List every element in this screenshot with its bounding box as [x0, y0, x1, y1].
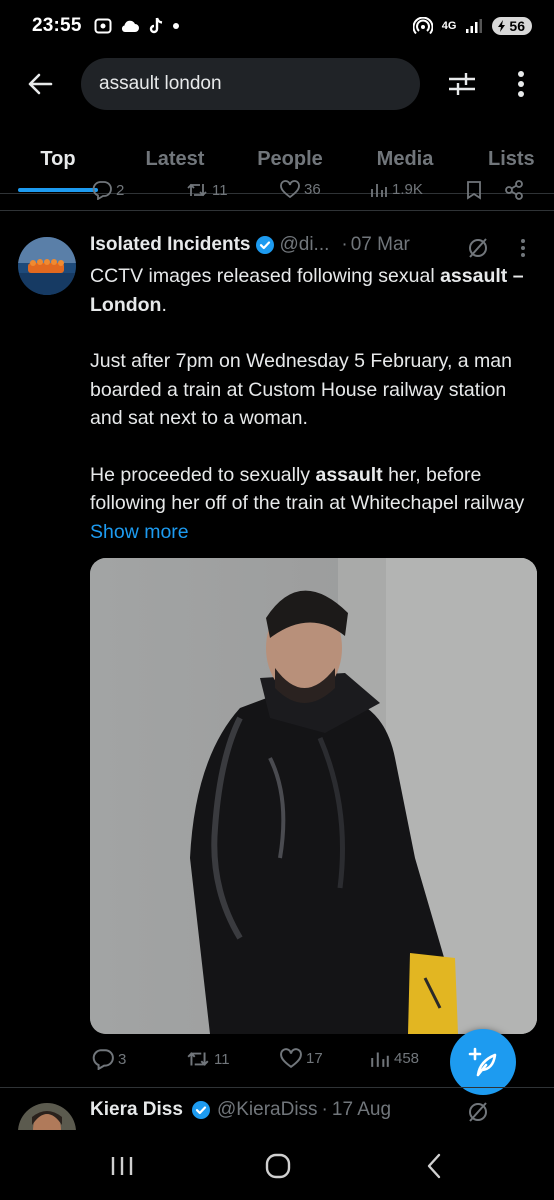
- status-left-icons: [94, 17, 180, 35]
- tweet-text-highlight: assault: [315, 463, 383, 486]
- tweet-text-part: .: [161, 293, 167, 316]
- reply-count: 3: [118, 1050, 127, 1068]
- search-header: assault london: [0, 52, 554, 116]
- views-count: 1.9K: [392, 180, 423, 198]
- author-handle[interactable]: @KieraDiss: [217, 1099, 318, 1121]
- battery-level: 56: [509, 18, 525, 34]
- verified-badge-icon: [256, 236, 275, 254]
- cctv-photo: [90, 558, 537, 1034]
- grok-button[interactable]: [466, 1100, 492, 1124]
- status-right-icons: 4G 56: [412, 17, 532, 35]
- meta-separator: ·: [341, 234, 348, 255]
- reply-button[interactable]: 3: [92, 1048, 126, 1070]
- like-button[interactable]: 36: [280, 180, 321, 198]
- grok-button[interactable]: [466, 236, 492, 260]
- tweet-media-image[interactable]: [90, 558, 537, 1034]
- divider: [0, 210, 554, 211]
- back-chevron-icon: [427, 1153, 441, 1179]
- views-button[interactable]: 458: [370, 1048, 419, 1068]
- cloud-icon: [121, 20, 139, 32]
- tweet-text: CCTV images released following sexual as…: [90, 262, 530, 574]
- tweet-text-part: CCTV images released following sexual: [90, 265, 441, 287]
- network-type: 4G: [441, 20, 457, 32]
- sliders-icon: [449, 73, 475, 95]
- back-nav-button[interactable]: [404, 1144, 464, 1188]
- battery-icon: 56: [492, 17, 532, 35]
- reply-count: 2: [116, 181, 125, 199]
- more-vertical-icon: [521, 239, 525, 257]
- back-button[interactable]: [0, 52, 80, 116]
- search-query: assault london: [99, 73, 222, 94]
- repost-button[interactable]: 11: [186, 1048, 230, 1070]
- reply-button[interactable]: 2: [92, 180, 124, 200]
- bookmark-button[interactable]: [466, 180, 482, 200]
- tiktok-icon: [149, 17, 162, 34]
- share-icon: [505, 180, 523, 200]
- views-count: 458: [394, 1049, 420, 1067]
- more-vertical-icon: [518, 71, 524, 97]
- tweet-more-button[interactable]: [520, 238, 532, 260]
- bookmark-icon: [467, 181, 481, 200]
- reply-icon: [92, 1049, 114, 1070]
- repost-icon: [187, 1052, 209, 1066]
- tweet-header: Kiera Diss @KieraDiss · 17 Aug: [90, 1099, 391, 1121]
- search-filter-button[interactable]: [440, 64, 484, 104]
- tweet-header: Isolated Incidents @di... · 07 Mar: [90, 234, 410, 256]
- share-button[interactable]: [504, 180, 524, 200]
- more-options-button[interactable]: [503, 64, 539, 104]
- verified-badge-icon: [191, 1101, 210, 1119]
- avatar-image: [18, 237, 76, 295]
- system-nav-bar: [0, 1130, 554, 1200]
- like-count: 17: [306, 1049, 323, 1067]
- tweet-paragraph: CCTV images released following sexual as…: [90, 262, 530, 319]
- heart-icon: [280, 180, 300, 198]
- tweet-date[interactable]: 17 Aug: [332, 1099, 391, 1121]
- compose-button[interactable]: [450, 1029, 516, 1095]
- heart-icon: [280, 1048, 302, 1068]
- show-more-link[interactable]: Show more: [90, 521, 189, 543]
- views-icon: [371, 184, 387, 197]
- previous-tweet-actions: 2 11 36 1.9K: [0, 180, 554, 210]
- repost-icon: [187, 183, 207, 197]
- tweet-text-part: He proceeded to sexually: [90, 463, 316, 486]
- search-input[interactable]: assault london: [81, 58, 420, 110]
- views-button[interactable]: 1.9K: [370, 180, 423, 198]
- author-handle[interactable]: @di...: [279, 234, 329, 256]
- hotspot-icon: [412, 17, 433, 35]
- divider: [0, 1087, 554, 1088]
- like-count: 36: [304, 180, 321, 198]
- tweet-date[interactable]: 07 Mar: [351, 234, 410, 256]
- screen-record-icon: [94, 18, 112, 34]
- home-button[interactable]: [248, 1144, 308, 1188]
- repost-count: 11: [212, 181, 228, 199]
- signal-icon: [466, 19, 483, 33]
- compose-feather-icon: [468, 1047, 497, 1077]
- views-icon: [371, 1052, 389, 1067]
- author-name[interactable]: Isolated Incidents: [90, 234, 250, 256]
- grok-icon: [469, 1102, 487, 1122]
- tweet-paragraph: He proceeded to sexually assault her, be…: [90, 461, 530, 547]
- reply-icon: [92, 181, 112, 200]
- tweet-paragraph: Just after 7pm on Wednesday 5 February, …: [90, 350, 512, 429]
- grok-icon: [469, 238, 487, 258]
- avatar[interactable]: [18, 237, 76, 295]
- status-time: 23:55: [32, 15, 82, 36]
- dot-icon: [172, 23, 179, 29]
- status-bar: 23:55 4G 56: [0, 0, 554, 52]
- meta-separator: ·: [321, 1099, 328, 1120]
- recent-apps-button[interactable]: [92, 1144, 152, 1188]
- like-button[interactable]: 17: [280, 1048, 323, 1068]
- home-icon: [265, 1153, 291, 1179]
- repost-button[interactable]: 11: [186, 180, 228, 200]
- author-name[interactable]: Kiera Diss: [90, 1099, 183, 1121]
- repost-count: 11: [214, 1050, 230, 1068]
- back-arrow-icon: [28, 73, 53, 95]
- recent-apps-icon: [111, 1157, 133, 1175]
